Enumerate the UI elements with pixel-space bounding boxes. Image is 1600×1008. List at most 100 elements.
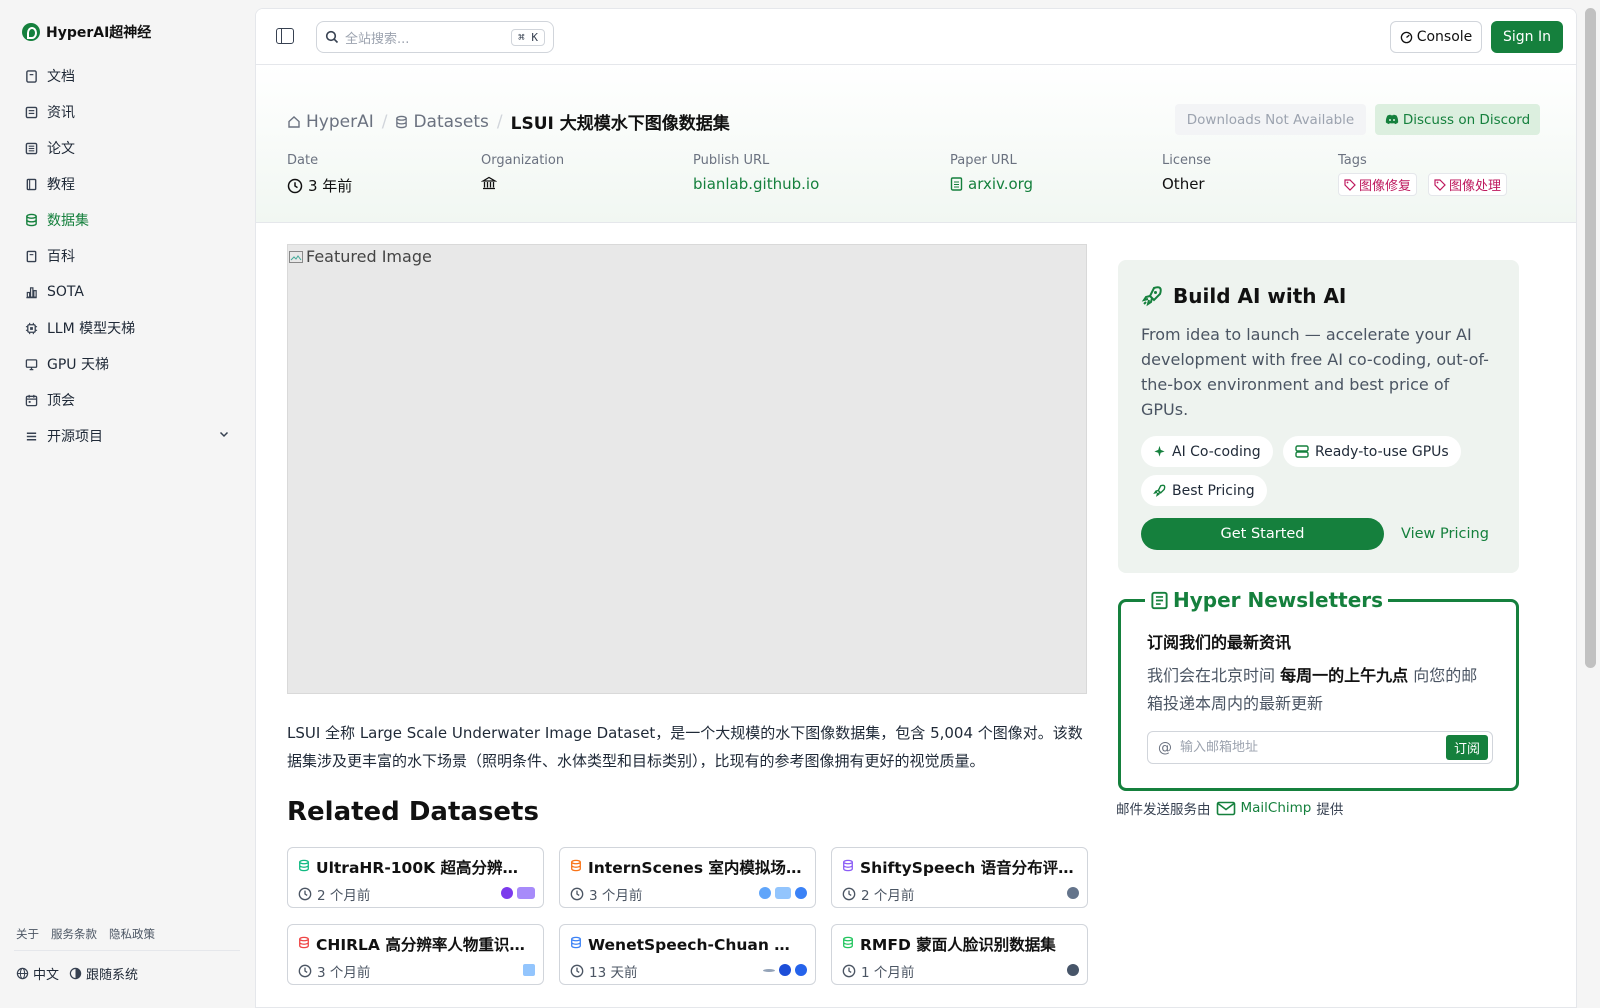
meta-org-value: [481, 175, 564, 191]
org-logo-icon: [795, 964, 807, 976]
clock-icon: [842, 887, 856, 901]
bar-chart-icon: [24, 285, 38, 299]
notebook-icon: [24, 177, 38, 191]
clock-icon: [842, 964, 856, 978]
breadcrumb-home[interactable]: HyperAI: [287, 112, 374, 132]
related-dataset-card[interactable]: UltraHR-100K 超高分辨率图像数据集 2 个月前: [287, 847, 544, 908]
related-dataset-card[interactable]: InternScenes 室内模拟场景数据集 3 个月前: [559, 847, 816, 908]
subscribe-button[interactable]: 订阅: [1445, 735, 1488, 760]
view-pricing-link[interactable]: View Pricing: [1401, 526, 1489, 542]
related-dataset-card[interactable]: CHIRLA 高分辨率人物重识别数据集 3 个月前: [287, 924, 544, 985]
breadcrumb: HyperAI / Datasets / LSUI 大规模水下图像数据集: [287, 109, 730, 134]
downloads-status: Downloads Not Available: [1175, 104, 1366, 135]
dataset-header: HyperAI / Datasets / LSUI 大规模水下图像数据集 Dow…: [256, 65, 1576, 223]
meta-publish-label: Publish URL: [693, 153, 770, 168]
tag-label: 图像修复: [1359, 179, 1412, 194]
footer-link-terms[interactable]: 服务条款: [51, 926, 97, 942]
language-switcher[interactable]: 中文: [16, 964, 59, 983]
org-logo-icon: [779, 964, 791, 976]
list-icon: [24, 429, 38, 443]
rocket-icon: [1141, 286, 1162, 307]
organization-logos: [1067, 964, 1079, 976]
related-dataset-card[interactable]: RMFD 蒙面人脸识别数据集 1 个月前: [831, 924, 1088, 985]
sidebar-item-sota[interactable]: SOTA: [14, 274, 242, 310]
organization-logos: [501, 887, 535, 899]
brand[interactable]: HyperAI超神经: [22, 22, 151, 42]
sidebar-item-open-source[interactable]: 开源项目: [14, 418, 242, 454]
related-dataset-time: 13 天前: [589, 965, 638, 981]
related-dataset-time: 3 个月前: [589, 888, 643, 904]
hyperai-logo-icon: [22, 23, 40, 41]
newsletter-text: 我们会在北京时间 每周一的上午九点 向您的邮箱投递本周内的最新更新: [1147, 662, 1492, 718]
org-logo-icon: [763, 969, 775, 972]
newsletter-text-bold: 每周一的上午九点: [1280, 666, 1409, 685]
theme-switcher[interactable]: 跟随系统: [69, 964, 138, 983]
breadcrumb-datasets[interactable]: Datasets: [395, 112, 489, 132]
provider-text-before: 邮件发送服务由: [1116, 802, 1211, 818]
paper-url-link[interactable]: arxiv.org: [950, 175, 1033, 193]
sidebar-item-llm-leaderboard[interactable]: LLM 模型天梯: [14, 310, 242, 346]
mailchimp-link[interactable]: MailChimp: [1216, 800, 1311, 816]
pill-label: AI Co-coding: [1172, 443, 1261, 460]
footer-link-privacy[interactable]: 隐私政策: [109, 926, 155, 942]
sidebar-item-gpu-leaderboard[interactable]: GPU 天梯: [14, 346, 242, 382]
sidebar-item-wiki[interactable]: 百科: [14, 238, 242, 274]
tag-chip[interactable]: 图像处理: [1428, 173, 1508, 196]
rocket-icon: [1153, 484, 1166, 497]
sidebar-item-label: 资讯: [47, 105, 75, 121]
publish-url-link[interactable]: bianlab.github.io: [693, 175, 819, 193]
sidebar-item-docs[interactable]: 文档: [14, 58, 242, 94]
related-dataset-time: 3 个月前: [317, 965, 371, 981]
sidebar-item-conferences[interactable]: 顶会: [14, 382, 242, 418]
related-dataset-name: InternScenes 室内模拟场景数据集: [588, 859, 805, 877]
related-dataset-name: CHIRLA 高分辨率人物重识别数据集: [316, 936, 533, 954]
sidebar-item-papers[interactable]: 论文: [14, 130, 242, 166]
database-icon: [298, 858, 310, 876]
book-icon: [24, 69, 38, 83]
sidebar-toggle-icon[interactable]: [276, 28, 294, 44]
breadcrumb-separator: /: [381, 111, 388, 132]
meta-paper-label: Paper URL: [950, 153, 1017, 168]
organization-logos: [1067, 887, 1079, 899]
footer-links: 关于 服务条款 隐私政策: [16, 926, 155, 942]
page-scrollbar[interactable]: [1585, 8, 1596, 668]
language-label: 中文: [33, 968, 60, 983]
clock-icon: [570, 887, 584, 901]
discord-button[interactable]: Discuss on Discord: [1375, 104, 1540, 135]
related-dataset-card[interactable]: ShiftySpeech 语音分布评估数据集 2 个月前: [831, 847, 1088, 908]
sidebar-item-news[interactable]: 资讯: [14, 94, 242, 130]
clock-icon: [570, 964, 584, 978]
meta-license-label: License: [1162, 153, 1212, 168]
email-input[interactable]: [1180, 740, 1438, 755]
database-icon: [842, 858, 854, 876]
discord-icon: [1385, 114, 1398, 124]
provider-text-after: 提供: [1316, 802, 1344, 818]
org-logo-icon: [517, 887, 535, 899]
dataset-description: LSUI 全称 Large Scale Underwater Image Dat…: [287, 724, 1083, 770]
console-button[interactable]: Console: [1390, 21, 1482, 53]
mail-provider-note: 邮件发送服务由 MailChimp 提供: [1116, 798, 1343, 818]
tag-icon: [1344, 178, 1356, 191]
meta-organization: Organization: [481, 153, 564, 191]
theme-icon: [69, 967, 82, 980]
email-field[interactable]: @ 订阅: [1147, 731, 1493, 764]
globe-icon: [16, 967, 29, 980]
sign-in-button[interactable]: Sign In: [1491, 21, 1563, 53]
database-icon: [24, 213, 38, 227]
featured-image: Featured Image: [287, 244, 1087, 694]
calendar-icon: [24, 393, 38, 407]
newsletter-title-text: Hyper Newsletters: [1173, 588, 1384, 612]
footer-link-about[interactable]: 关于: [16, 926, 39, 942]
related-datasets-title: Related Datasets: [287, 797, 539, 827]
meta-tags-list: 图像修复 图像处理: [1338, 173, 1513, 196]
related-dataset-card[interactable]: WenetSpeech-Chuan 川渝方言语音数据集 13 天前: [559, 924, 816, 985]
footer-settings: 中文 跟随系统: [16, 964, 138, 983]
sidebar-item-tutorials[interactable]: 教程: [14, 166, 242, 202]
get-started-button[interactable]: Get Started: [1141, 518, 1384, 550]
database-icon: [570, 935, 582, 953]
document-icon: [24, 141, 38, 155]
search-input[interactable]: 全站搜索... ⌘ K: [316, 21, 554, 53]
chevron-down-icon[interactable]: [218, 428, 230, 444]
tag-chip[interactable]: 图像修复: [1338, 173, 1418, 196]
sidebar-item-datasets[interactable]: 数据集: [14, 202, 242, 238]
